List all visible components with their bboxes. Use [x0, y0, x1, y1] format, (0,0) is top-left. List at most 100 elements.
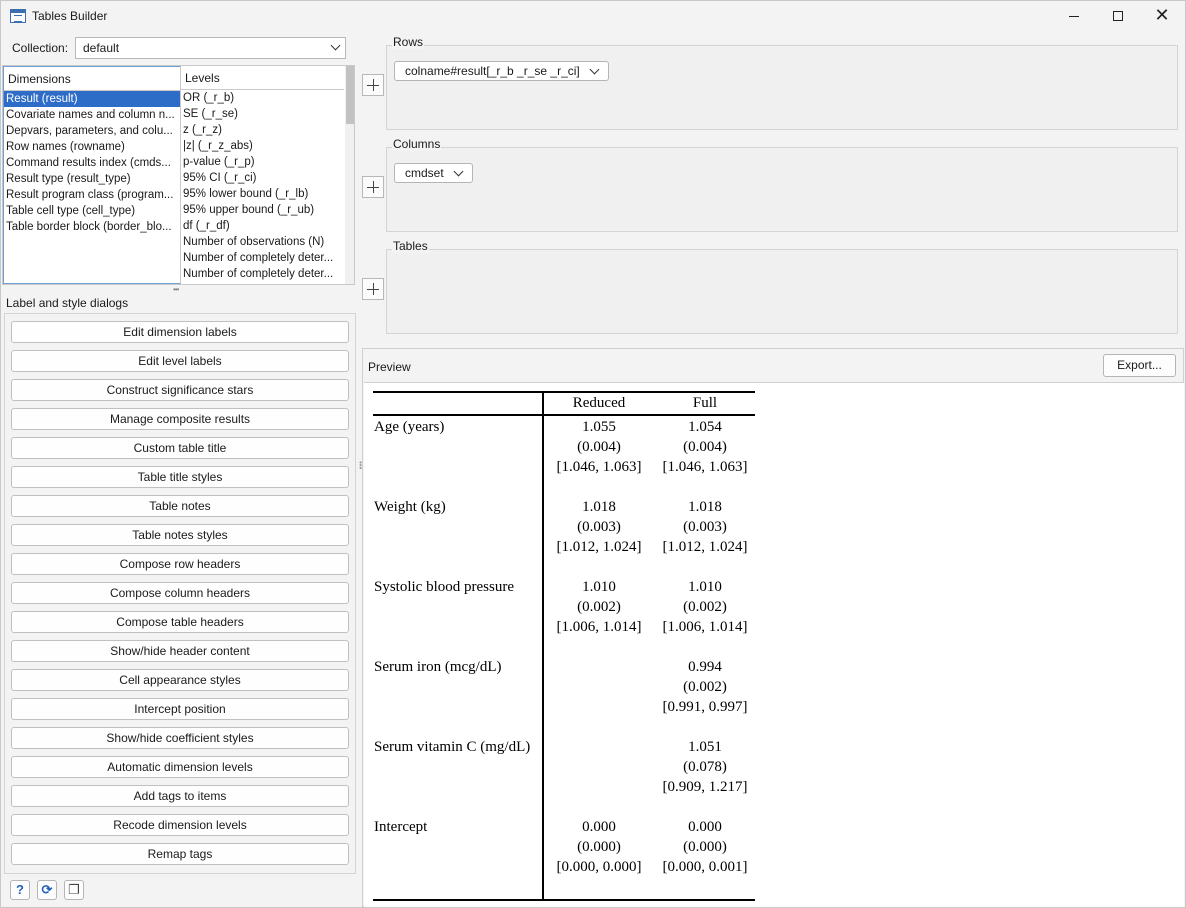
show-hide-coefficient-styles-button[interactable]: Show/hide coefficient styles: [11, 727, 349, 749]
copy-icon[interactable]: ❐: [64, 880, 84, 900]
custom-table-title-button[interactable]: Custom table title: [11, 437, 349, 459]
preview-body: Reduced Full Age (years) 1.055 1.054 (0.004) (…: [364, 382, 1184, 907]
full-cell: 1.010: [688, 579, 722, 595]
dimension-item[interactable]: Result type (result_type): [4, 171, 180, 187]
row-name: Age (years): [374, 419, 445, 435]
maximize-icon: [1113, 11, 1123, 21]
dimensions-header: Dimensions: [4, 67, 180, 91]
reduced-cell: [544, 757, 654, 777]
edit-level-labels-button[interactable]: Edit level labels: [11, 350, 349, 372]
full-cell: (0.002): [683, 679, 727, 695]
add-tables-button[interactable]: [362, 278, 384, 300]
preview-label: Preview: [368, 360, 411, 374]
full-cell: (0.002): [683, 599, 727, 615]
dimension-item[interactable]: Command results index (cmds...: [4, 155, 180, 171]
remap-tags-button[interactable]: Remap tags: [11, 843, 349, 865]
construct-significance-stars-button[interactable]: Construct significance stars: [11, 379, 349, 401]
table-notes-styles-button[interactable]: Table notes styles: [11, 524, 349, 546]
close-icon: ✕: [1154, 5, 1170, 26]
full-cell: (0.003): [683, 519, 727, 535]
maximize-button[interactable]: [1095, 1, 1141, 31]
splitter-grip-icon[interactable]: •••: [173, 285, 179, 294]
table-notes-button[interactable]: Table notes: [11, 495, 349, 517]
automatic-dimension-levels-button[interactable]: Automatic dimension levels: [11, 756, 349, 778]
columns-label: Columns: [392, 137, 442, 151]
reduced-cell: [1.046, 1.063]: [556, 459, 642, 475]
full-cell: [0.909, 1.217]: [662, 779, 748, 795]
show-hide-header-content-button[interactable]: Show/hide header content: [11, 640, 349, 662]
full-cell: [1.006, 1.014]: [662, 619, 748, 635]
level-item[interactable]: SE (_r_se): [181, 106, 344, 122]
cell-appearance-styles-button[interactable]: Cell appearance styles: [11, 669, 349, 691]
level-item[interactable]: df (_r_df): [181, 218, 344, 234]
window-title: Tables Builder: [32, 9, 108, 23]
close-button[interactable]: ✕: [1139, 1, 1185, 31]
level-item[interactable]: OR (_r_b): [181, 90, 344, 106]
row-name: Serum vitamin C (mg/dL): [374, 739, 531, 755]
reduced-cell: [544, 737, 654, 757]
help-icon[interactable]: ?: [10, 880, 30, 900]
reduced-cell: [544, 697, 654, 717]
add-columns-button[interactable]: [362, 176, 384, 198]
intercept-position-button[interactable]: Intercept position: [11, 698, 349, 720]
table-header-rule: [373, 414, 755, 416]
collection-label: Collection:: [12, 41, 69, 55]
dimension-item[interactable]: Table border block (border_blo...: [4, 219, 180, 235]
column-header: Reduced: [572, 395, 626, 411]
level-item[interactable]: Number of completely deter...: [181, 266, 344, 282]
dimension-item[interactable]: Table cell type (cell_type): [4, 203, 180, 219]
level-item[interactable]: 95% lower bound (_r_lb): [181, 186, 344, 202]
collection-select[interactable]: default: [75, 37, 346, 59]
compose-row-headers-button[interactable]: Compose row headers: [11, 553, 349, 575]
minimize-button[interactable]: [1051, 1, 1097, 31]
tables-group: Tables: [386, 239, 1178, 334]
level-item[interactable]: p-value (_r_p): [181, 154, 344, 170]
reduced-cell: (0.004): [577, 439, 621, 455]
export-button[interactable]: Export...: [1103, 354, 1176, 377]
manage-composite-results-button[interactable]: Manage composite results: [11, 408, 349, 430]
levels-scrollbar[interactable]: [345, 66, 354, 284]
full-cell: 0.994: [688, 659, 722, 675]
edit-dimension-labels-button[interactable]: Edit dimension labels: [11, 321, 349, 343]
row-name: Intercept: [374, 819, 428, 835]
rows-label: Rows: [392, 35, 425, 49]
scrollbar-thumb[interactable]: [346, 66, 354, 124]
dimension-item[interactable]: Depvars, parameters, and colu...: [4, 123, 180, 139]
full-cell: [0.000, 0.001]: [662, 859, 748, 875]
compose-column-headers-button[interactable]: Compose column headers: [11, 582, 349, 604]
add-tags-to-items-button[interactable]: Add tags to items: [11, 785, 349, 807]
levels-header: Levels: [181, 66, 344, 90]
table-title-styles-button[interactable]: Table title styles: [11, 466, 349, 488]
recode-dimension-levels-button[interactable]: Recode dimension levels: [11, 814, 349, 836]
reduced-cell: (0.000): [577, 839, 621, 855]
level-item[interactable]: |z| (_r_z_abs): [181, 138, 344, 154]
dimension-item[interactable]: Covariate names and column n...: [4, 107, 180, 123]
add-rows-button[interactable]: [362, 74, 384, 96]
reduced-cell: [0.000, 0.000]: [556, 859, 642, 875]
full-cell: [1.046, 1.063]: [662, 459, 748, 475]
level-item[interactable]: Number of completely deter...: [181, 250, 344, 266]
preview-panel: Preview Export... Reduced Full Age (years)…: [362, 348, 1184, 907]
level-item[interactable]: 95% upper bound (_r_ub): [181, 202, 344, 218]
reduced-cell: 0.000: [582, 819, 616, 835]
reduced-cell: [544, 657, 654, 677]
full-cell: 1.054: [688, 419, 722, 435]
compose-table-headers-button[interactable]: Compose table headers: [11, 611, 349, 633]
dimension-item[interactable]: Result (result): [4, 91, 180, 107]
level-item[interactable]: z (_r_z): [181, 122, 344, 138]
reduced-cell: (0.002): [577, 599, 621, 615]
column-header: Full: [692, 395, 718, 411]
rows-pill[interactable]: colname#result[_r_b _r_se _r_ci]: [394, 61, 609, 81]
dimension-item[interactable]: Row names (rowname): [4, 139, 180, 155]
columns-group: Columns cmdset: [386, 137, 1178, 232]
level-item[interactable]: Number of observations (N): [181, 234, 344, 250]
columns-pill[interactable]: cmdset: [394, 163, 473, 183]
refresh-icon[interactable]: ⟳: [37, 880, 57, 900]
level-item[interactable]: 95% CI (_r_ci): [181, 170, 344, 186]
tables-builder-window: Tables Builder ✕ Collection: default Dim…: [0, 0, 1186, 908]
rows-group: Rows colname#result[_r_b _r_se _r_ci]: [386, 35, 1178, 130]
title-bar: Tables Builder ✕: [1, 1, 1185, 33]
dimension-item[interactable]: Result program class (program...: [4, 187, 180, 203]
chevron-down-icon: [453, 166, 464, 177]
full-cell: (0.004): [683, 439, 727, 455]
